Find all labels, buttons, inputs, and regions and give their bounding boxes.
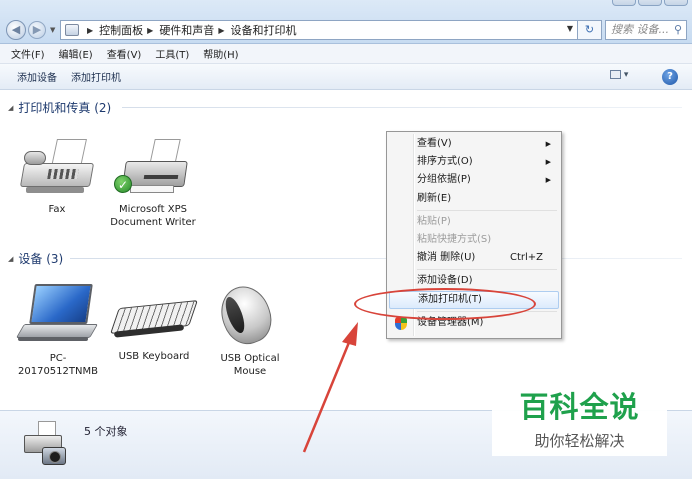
submenu-arrow-icon: ▶ [545, 140, 551, 148]
watermark-subtitle: 助你轻松解决 [534, 432, 625, 450]
group-title: 打印机和传真 (2) [18, 101, 112, 115]
command-bar: 添加设备 添加打印机 ▾ ? [0, 64, 692, 90]
object-count: 5 个对象 [84, 425, 128, 438]
change-view-button[interactable]: ▾ [610, 70, 640, 84]
device-label: PC-20170512TNMB [18, 353, 98, 377]
back-button[interactable]: ◀ [6, 20, 26, 40]
fax-icon [18, 137, 96, 199]
watermark-logo: 百科全说 [519, 390, 640, 424]
breadcrumb-control-panel[interactable]: 控制面板 [99, 22, 143, 38]
menu-item-label: 添加设备(D) [417, 275, 473, 287]
submenu-arrow-icon: ▶ [545, 158, 551, 167]
menu-item-view[interactable]: 查看(V) ▶ [389, 135, 559, 153]
maximize-button[interactable] [638, 0, 662, 6]
device-usb-mouse[interactable]: USB Optical Mouse [208, 279, 292, 378]
minimize-button[interactable] [612, 0, 636, 6]
mouse-icon [212, 279, 288, 351]
printer-icon: ✓ [114, 137, 192, 199]
control-panel-icon [65, 24, 79, 36]
device-pc[interactable]: PC-20170512TNMB [14, 282, 102, 378]
menu-help[interactable]: 帮助(H) [196, 46, 245, 61]
menu-separator [417, 209, 557, 211]
menu-file[interactable]: 文件(F) [4, 46, 52, 61]
device-label: USB Keyboard [118, 351, 190, 362]
menu-separator [417, 269, 557, 271]
add-printer-button[interactable]: 添加打印机 [64, 69, 128, 84]
menu-item-add-device[interactable]: 添加设备(D) [389, 272, 559, 290]
breadcrumb-devices-printers[interactable]: 设备和打印机 [230, 22, 296, 38]
printer-camera-icon [22, 421, 70, 469]
help-icon[interactable]: ? [662, 69, 678, 85]
menu-item-sort-by[interactable]: 排序方式(O) ▶ [389, 153, 559, 171]
annotation-ellipse [354, 288, 536, 320]
chevron-right-icon[interactable]: ▶ [218, 26, 224, 35]
watermark: 百科全说 助你轻松解决 [492, 370, 667, 456]
menu-item-paste: 粘贴(P) [389, 213, 559, 231]
menu-bar: 文件(F) 编辑(E) 查看(V) 工具(T) 帮助(H) [0, 44, 692, 64]
chevron-right-icon[interactable]: ▶ [87, 26, 93, 35]
nav-buttons: ◀ ▶ ▼ [6, 20, 57, 40]
menu-item-label: 排序方式(O) [417, 156, 473, 168]
menu-tools[interactable]: 工具(T) [148, 46, 196, 61]
forward-button[interactable]: ▶ [28, 21, 46, 39]
group-title: 设备 (3) [18, 252, 64, 266]
submenu-arrow-icon: ▶ [545, 176, 551, 185]
menu-item-label: 粘贴快捷方式(S) [417, 233, 492, 245]
device-usb-keyboard[interactable]: USB Keyboard [110, 284, 198, 363]
search-icon[interactable]: ⚲ [674, 21, 682, 39]
add-device-button[interactable]: 添加设备 [10, 69, 64, 84]
search-placeholder: 搜索 设备... [611, 23, 669, 36]
device-label: Fax [48, 204, 66, 215]
device-xps-writer[interactable]: ✓ Microsoft XPS Document Writer [110, 137, 196, 229]
search-input[interactable]: 搜索 设备... ⚲ [605, 20, 687, 40]
menu-item-label: 刷新(E) [417, 192, 452, 204]
menu-item-refresh[interactable]: 刷新(E) [389, 190, 559, 208]
menu-item-label: 撤消 删除(U) [417, 252, 476, 264]
close-button[interactable] [664, 0, 688, 6]
view-icon [610, 70, 621, 79]
device-label: Microsoft XPS Document Writer [110, 204, 196, 228]
keyboard-icon [110, 284, 198, 346]
collapse-triangle-icon[interactable]: ◢ [8, 104, 13, 112]
address-field[interactable]: ▶ 控制面板 ▶ 硬件和声音 ▶ 设备和打印机 ▼ [60, 20, 578, 40]
menu-item-label: 粘贴(P) [417, 215, 451, 227]
chevron-down-icon[interactable]: ▼ [567, 24, 573, 33]
window-controls [612, 0, 688, 6]
refresh-button[interactable]: ↻ [578, 20, 602, 40]
menu-item-label: 查看(V) [417, 138, 452, 149]
device-label: USB Optical Mouse [220, 353, 280, 377]
chevron-right-icon[interactable]: ▶ [147, 26, 153, 35]
laptop-icon [15, 282, 100, 348]
group-divider [122, 107, 682, 108]
group-header-devices[interactable]: ◢ 设备 (3) [8, 250, 63, 267]
menu-view[interactable]: 查看(V) [100, 46, 149, 61]
group-header-printers[interactable]: ◢ 打印机和传真 (2) [8, 99, 111, 116]
menu-edit[interactable]: 编辑(E) [52, 46, 100, 61]
breadcrumb-hardware-sound[interactable]: 硬件和声音 [159, 22, 214, 38]
menu-item-undo-delete[interactable]: 撤消 删除(U) Ctrl+Z [389, 249, 559, 267]
recent-pages-dropdown[interactable]: ▼ [50, 26, 55, 34]
address-bar: ◀ ▶ ▼ ▶ 控制面板 ▶ 硬件和声音 ▶ 设备和打印机 ▼ ↻ 搜索 设备.… [0, 0, 692, 44]
device-fax[interactable]: Fax [14, 137, 100, 216]
menu-item-label: 分组依据(P) [417, 174, 471, 186]
group-divider [70, 258, 682, 259]
default-check-icon: ✓ [114, 175, 132, 193]
menu-item-paste-shortcut: 粘贴快捷方式(S) [389, 231, 559, 249]
menu-item-shortcut: Ctrl+Z [509, 252, 543, 264]
menu-item-group-by[interactable]: 分组依据(P) ▶ [389, 171, 559, 189]
collapse-triangle-icon[interactable]: ◢ [8, 255, 13, 263]
